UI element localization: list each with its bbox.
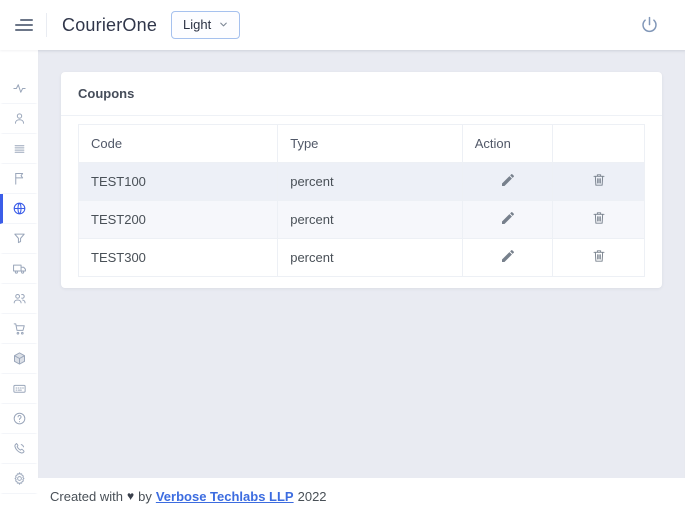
footer-year: 2022 [298,489,327,504]
card-title: Coupons [61,72,662,116]
logout-button[interactable] [639,15,660,36]
coupon-code-cell: TEST100 [79,163,278,201]
theme-selector[interactable]: Light [171,11,240,39]
trash-icon [591,210,607,226]
footer-text-middle: by [138,489,152,504]
sidebar-item-support[interactable] [0,434,38,464]
column-header-blank [553,125,645,163]
trash-icon [591,172,607,188]
funnel-icon [12,231,27,246]
user-icon [12,111,27,126]
truck-icon [12,261,27,276]
activity-icon [12,81,27,96]
footer-text-prefix: Created with [50,489,123,504]
table-row: TEST200 percent [79,201,645,239]
header-divider [46,13,47,37]
sidebar [0,50,38,514]
coupon-type-cell: percent [278,239,463,277]
heart-icon: ♥ [127,489,134,503]
table-row: TEST300 percent [79,239,645,277]
sidebar-item-activity[interactable] [0,74,38,104]
coupons-table: Code Type Action TEST100 percent [78,124,645,277]
sidebar-item-customers[interactable] [0,284,38,314]
chevron-down-icon [218,19,229,30]
pencil-icon [500,172,516,188]
edit-button[interactable] [496,246,520,269]
edit-button[interactable] [496,208,520,231]
table-header-row: Code Type Action [79,125,645,163]
pencil-icon [500,210,516,226]
brand-title: CourierOne [62,15,157,36]
power-icon [639,15,660,36]
footer-company-link[interactable]: Verbose Techlabs LLP [156,489,294,504]
sidebar-item-coupons[interactable] [0,194,38,224]
trash-icon [591,248,607,264]
coupon-code-cell: TEST200 [79,201,278,239]
delete-button[interactable] [587,170,611,193]
gear-icon [12,471,27,486]
coupons-card: Coupons Code Type Action TEST100 percent [61,72,662,288]
users-icon [12,291,27,306]
globe-coupons-icon [12,201,27,216]
column-header-type: Type [278,125,463,163]
card-icon [12,381,27,396]
header: CourierOne Light [0,0,685,50]
footer: Created with ♥ by Verbose Techlabs LLP 2… [38,478,685,514]
table-row: TEST100 percent [79,163,645,201]
delete-button[interactable] [587,246,611,269]
coupon-type-cell: percent [278,201,463,239]
column-header-code: Code [79,125,278,163]
coupon-type-cell: percent [278,163,463,201]
sidebar-item-cart[interactable] [0,314,38,344]
sidebar-item-settings[interactable] [0,464,38,494]
phone-icon [12,441,27,456]
sidebar-item-profile[interactable] [0,104,38,134]
delete-button[interactable] [587,208,611,231]
sidebar-item-packages[interactable] [0,344,38,374]
sidebar-item-list[interactable] [0,134,38,164]
flag-icon [12,171,27,186]
theme-selector-label: Light [183,17,211,32]
list-icon [12,141,27,156]
main-content: Coupons Code Type Action TEST100 percent [38,50,685,478]
sidebar-item-help[interactable] [0,404,38,434]
package-icon [12,351,27,366]
column-header-action: Action [462,125,553,163]
coupon-code-cell: TEST300 [79,239,278,277]
help-icon [12,411,27,426]
hamburger-icon [20,19,33,21]
cart-icon [12,321,27,336]
pencil-icon [500,248,516,264]
sidebar-item-flag[interactable] [0,164,38,194]
sidebar-item-payments[interactable] [0,374,38,404]
sidebar-item-delivery[interactable] [0,254,38,284]
edit-button[interactable] [496,170,520,193]
sidebar-item-filter[interactable] [0,224,38,254]
menu-toggle-button[interactable] [15,17,33,33]
